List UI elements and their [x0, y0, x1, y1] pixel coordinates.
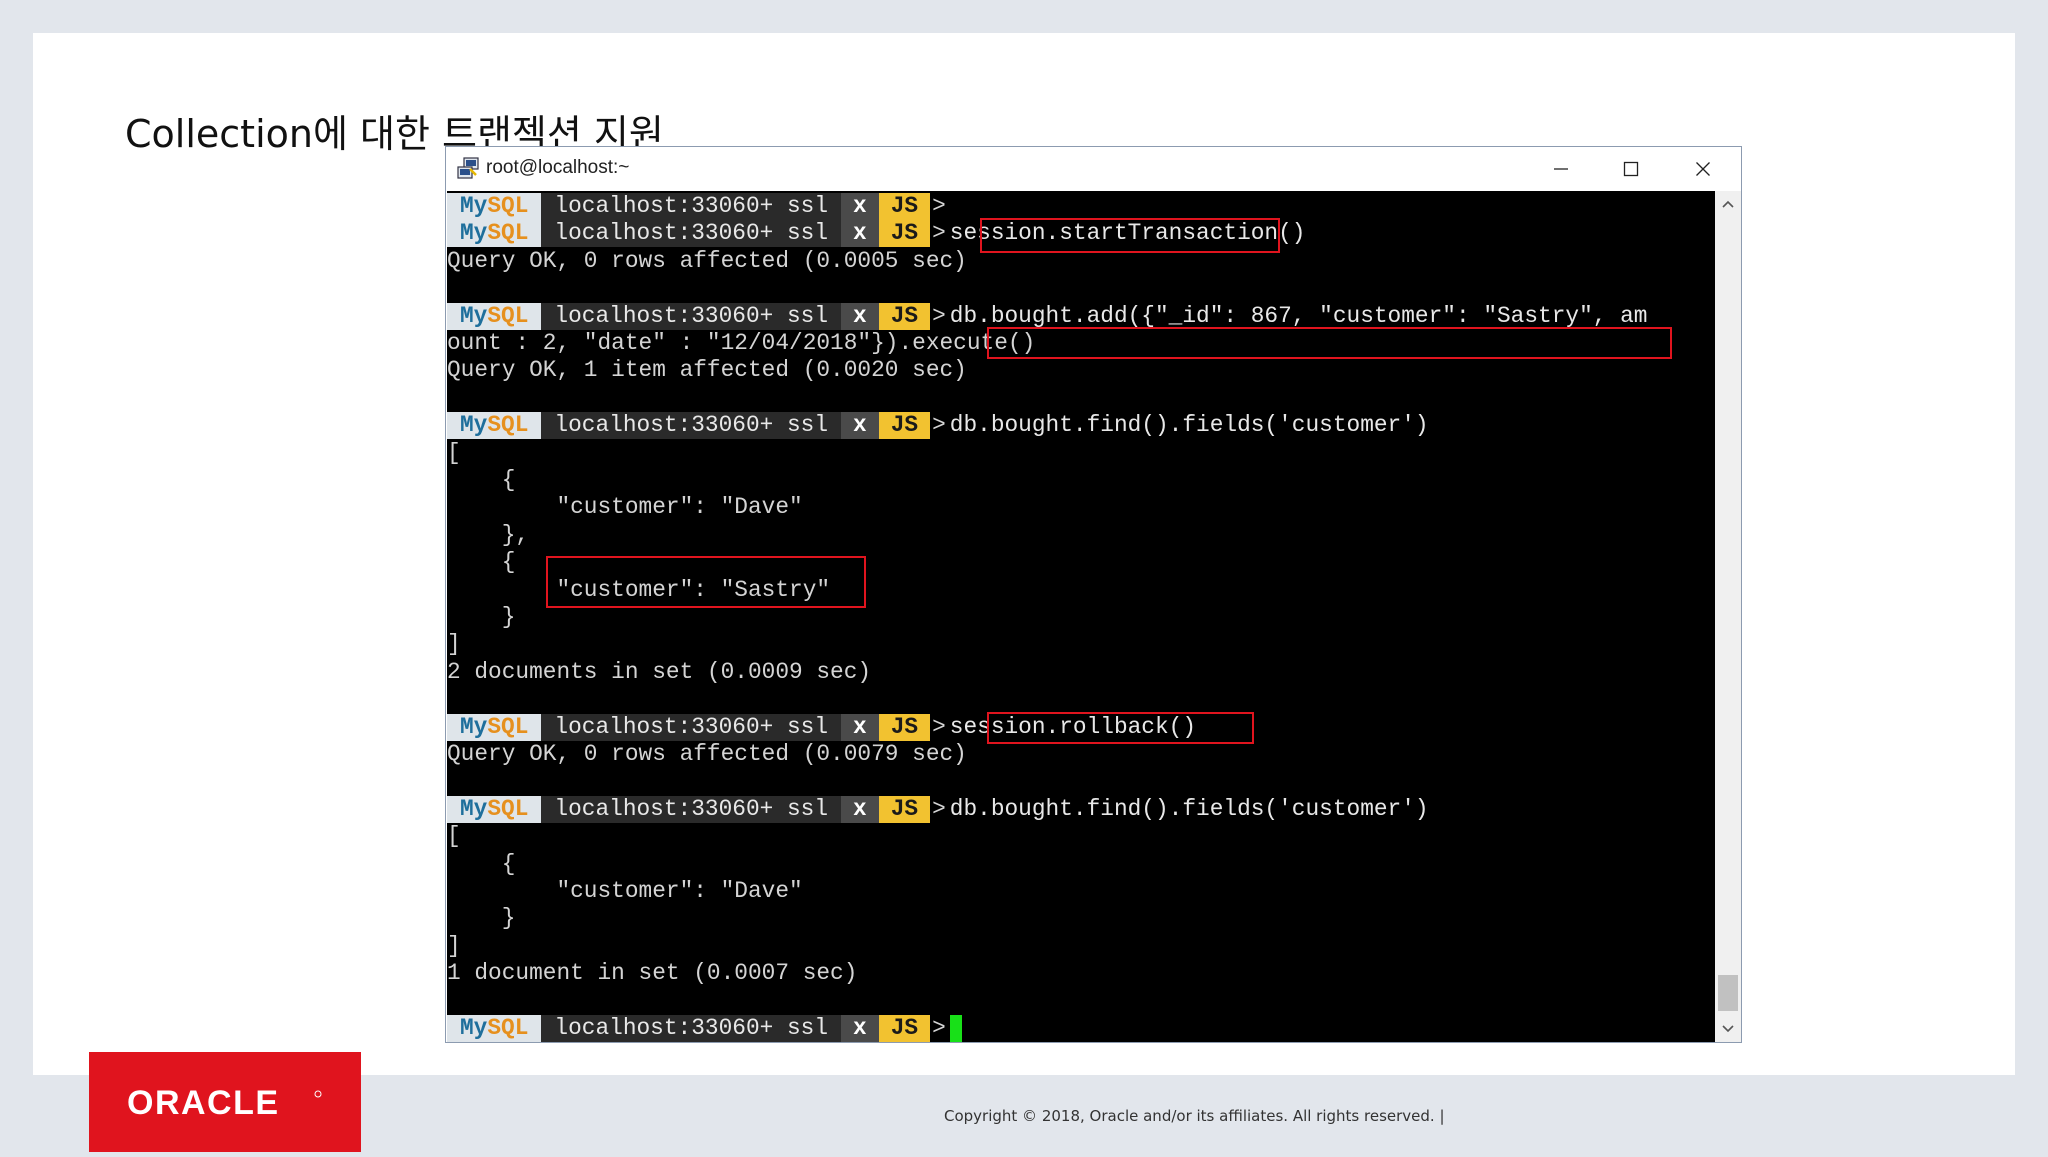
prompt-mode-js: JS	[878, 1015, 931, 1042]
prompt-arrow: >	[932, 220, 946, 247]
putty-icon	[457, 157, 479, 179]
prompt-line: MySQL localhost:33060+ ssl x JS > db.bought.f…	[447, 412, 1429, 440]
command-text: db.bought.find().fields('customer')	[949, 795, 1429, 822]
scroll-down-button[interactable]	[1715, 1016, 1741, 1042]
highlight-sastry-document	[546, 556, 866, 608]
prompt-arrow: >	[932, 302, 946, 329]
prompt-mode-js: JS	[878, 795, 931, 823]
vertical-scrollbar[interactable]	[1715, 191, 1741, 1042]
oracle-logo-text: ORACLE	[127, 1084, 280, 1122]
prompt-mode-js: JS	[878, 713, 931, 741]
prompt-mode-x: x	[841, 1015, 879, 1042]
output-line: Query OK, 0 rows affected (0.0005 sec)	[447, 247, 967, 274]
text-cursor	[949, 1015, 962, 1042]
window-title: root@localhost:~	[486, 157, 630, 178]
prompt-arrow: >	[932, 412, 946, 439]
scrollbar-thumb[interactable]	[1718, 975, 1738, 1011]
mysql-prompt-badge: MySQL	[447, 193, 542, 220]
minimize-icon	[1554, 168, 1568, 170]
highlight-rollback	[987, 712, 1254, 744]
mysql-prompt-badge: MySQL	[447, 713, 542, 741]
prompt-host: localhost:33060+ ssl	[541, 795, 842, 823]
highlight-add-command	[987, 327, 1672, 359]
output-line: "customer": "Dave"	[447, 494, 803, 521]
prompt-host: localhost:33060+ ssl	[541, 1015, 842, 1042]
output-line: 1 document in set (0.0007 sec)	[447, 960, 858, 987]
output-line: }	[447, 905, 516, 932]
output-line: Query OK, 0 rows affected (0.0079 sec)	[447, 741, 967, 767]
output-line: Query OK, 1 item affected (0.0020 sec)	[447, 357, 967, 384]
prompt-mode-x: x	[841, 302, 879, 330]
prompt-mode-js: JS	[878, 412, 931, 440]
scroll-up-button[interactable]	[1715, 191, 1741, 217]
close-button[interactable]	[1668, 147, 1738, 191]
prompt-arrow: >	[932, 795, 946, 822]
prompt-arrow: >	[932, 713, 946, 740]
command-text: db.bought.find().fields('customer')	[949, 412, 1429, 439]
prompt-mode-js: JS	[878, 193, 931, 220]
prompt-mode-x: x	[841, 412, 879, 440]
output-line: [	[447, 823, 461, 850]
terminal-window: root@localhost:~ MySQL localhost:33060+ s…	[445, 146, 1742, 1043]
prompt-mode-x: x	[841, 713, 879, 741]
maximize-button[interactable]	[1596, 147, 1666, 191]
oracle-logo: ORACLE	[89, 1052, 361, 1152]
prompt-host: localhost:33060+ ssl	[541, 220, 842, 248]
prompt-arrow: >	[932, 1015, 946, 1041]
prompt-mode-x: x	[841, 193, 879, 220]
prompt-mode-js: JS	[878, 302, 931, 330]
output-line: "customer": "Dave"	[447, 878, 803, 904]
mysql-prompt-badge: MySQL	[447, 412, 542, 440]
output-line: {	[447, 549, 516, 576]
prompt-mode-js: JS	[878, 220, 931, 248]
prompt-line: MySQL localhost:33060+ ssl x JS >	[447, 1015, 962, 1042]
close-icon	[1696, 162, 1710, 176]
prompt-line: MySQL localhost:33060+ ssl x JS > db.bought.a…	[447, 302, 1648, 330]
prompt-mode-x: x	[841, 795, 879, 823]
output-line: [	[447, 439, 461, 466]
mysql-prompt-badge: MySQL	[447, 795, 542, 823]
mysql-prompt-badge: MySQL	[447, 220, 542, 248]
mysql-prompt-badge: MySQL	[447, 302, 542, 330]
terminal-screen[interactable]: MySQL localhost:33060+ ssl x JS > MySQL localh…	[447, 191, 1715, 1042]
prompt-mode-x: x	[841, 220, 879, 248]
output-line: },	[447, 521, 530, 548]
prompt-host: localhost:33060+ ssl	[541, 412, 842, 440]
prompt-host: localhost:33060+ ssl	[541, 193, 842, 220]
command-text: db.bought.add({"_id": 867, "customer": "…	[949, 302, 1648, 329]
output-line: {	[447, 850, 516, 877]
oracle-logo-graphic: ORACLE	[127, 1084, 322, 1122]
chevron-up-icon	[1722, 200, 1734, 208]
output-line: ]	[447, 631, 461, 658]
copyright-text: Copyright © 2018, Oracle and/or its affi…	[944, 1107, 1445, 1125]
prompt-arrow: >	[932, 193, 946, 219]
prompt-line: MySQL localhost:33060+ ssl x JS >	[447, 193, 950, 220]
output-line: 2 documents in set (0.0009 sec)	[447, 658, 872, 685]
minimize-button[interactable]	[1526, 147, 1596, 191]
output-line: }	[447, 604, 516, 630]
highlight-start-transaction	[980, 218, 1280, 253]
chevron-down-icon	[1722, 1025, 1734, 1033]
prompt-line: MySQL localhost:33060+ ssl x JS > db.bought.f…	[447, 795, 1429, 823]
output-line: {	[447, 467, 516, 493]
output-line: ]	[447, 932, 461, 959]
prompt-host: localhost:33060+ ssl	[541, 713, 842, 741]
mysql-prompt-badge: MySQL	[447, 1015, 542, 1042]
maximize-icon	[1623, 161, 1639, 177]
window-titlebar[interactable]: root@localhost:~	[446, 147, 1741, 191]
output-line: ount : 2, "date" : "12/04/2018"}).execut…	[447, 330, 1036, 356]
prompt-host: localhost:33060+ ssl	[541, 302, 842, 330]
